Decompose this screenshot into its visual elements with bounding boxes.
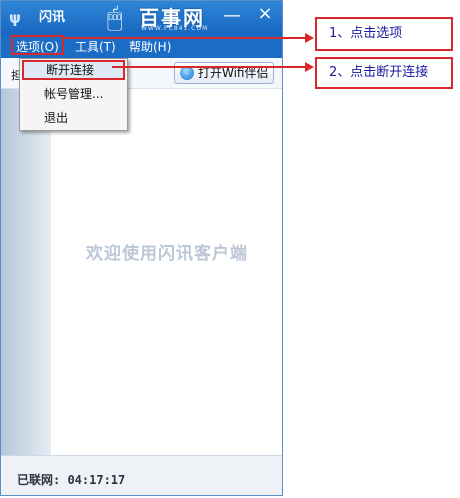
app-window: ψ 闪讯 🖱 百事网 WWW.PC841.COM — × 选项(O) 工具(T)…: [0, 0, 283, 496]
arrow-line-1: [64, 37, 307, 39]
menu-tools[interactable]: 工具(T): [75, 38, 116, 56]
callout-step-1: 1、点击选项: [315, 17, 453, 51]
close-button[interactable]: ×: [255, 3, 275, 25]
callout-step-2: 2、点击断开连接: [315, 57, 453, 89]
minimize-button[interactable]: —: [223, 5, 241, 27]
menu-item-exit[interactable]: 退出: [22, 108, 125, 128]
menu-item-account-management[interactable]: 帐号管理...: [22, 84, 125, 104]
app-logo-icon: ψ: [9, 9, 21, 27]
title-bar[interactable]: ψ 闪讯 🖱 百事网 WWW.PC841.COM — ×: [1, 1, 282, 34]
options-dropdown-menu: 断开连接 帐号管理... 退出: [19, 58, 128, 131]
welcome-text: 欢迎使用闪讯客户端: [86, 244, 248, 264]
wifi-icon: ⌔: [180, 66, 194, 80]
arrow-line-2: [112, 66, 307, 68]
app-title: 闪讯: [39, 10, 66, 25]
connection-timer: 已联网: 04:17:17: [17, 473, 126, 487]
watermark-url: WWW.PC841.COM: [141, 25, 209, 32]
menu-help[interactable]: 帮助(H): [129, 38, 171, 56]
menu-options[interactable]: 选项(O): [11, 35, 64, 55]
arrow-head-1: [305, 33, 314, 43]
status-bar: 已联网: 04:17:17: [1, 455, 282, 495]
menu-item-disconnect[interactable]: 断开连接: [22, 60, 125, 80]
sidebar: [1, 89, 51, 455]
arrow-head-2: [305, 62, 314, 72]
mouse-icon: 🖱: [107, 3, 123, 33]
